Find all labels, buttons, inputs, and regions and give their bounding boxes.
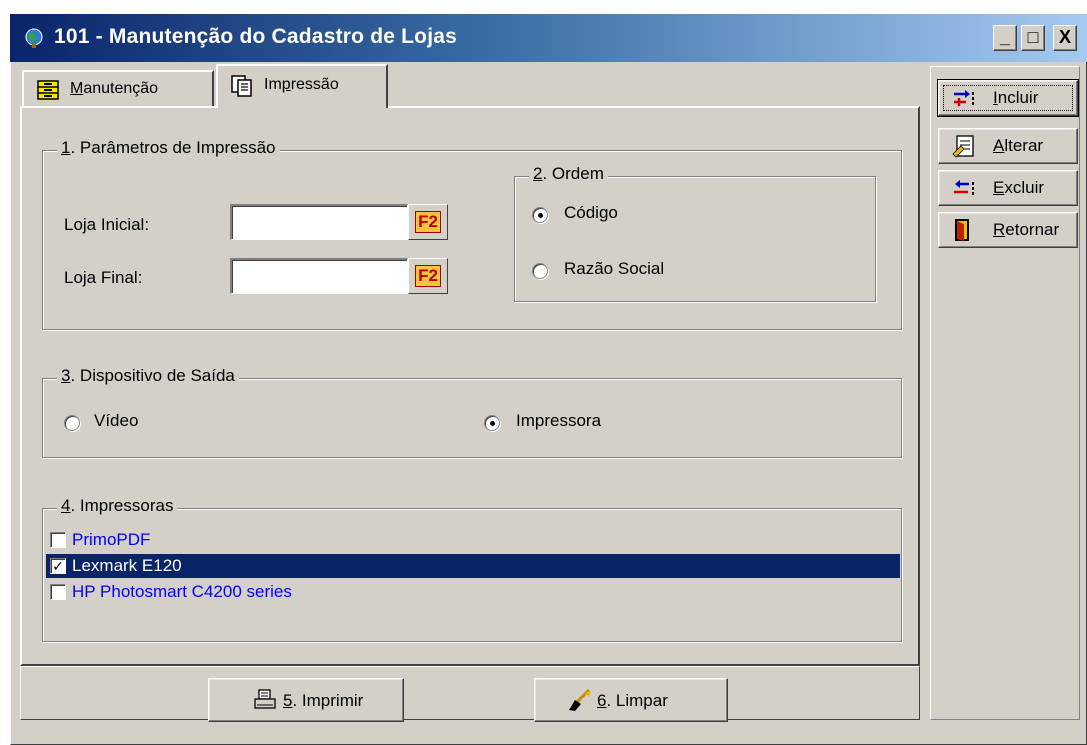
loja-final-input[interactable] — [230, 258, 408, 294]
insert-record-icon — [954, 90, 974, 106]
printer-icon — [254, 689, 276, 709]
edit-document-icon — [952, 135, 974, 158]
f2-icon: F2 — [415, 211, 441, 233]
alterar-label: Alterar — [993, 136, 1044, 155]
f2-icon: F2 — [415, 265, 441, 287]
printer-name: HP Photosmart C4200 series — [72, 582, 292, 601]
imprimir-button[interactable]: 5. Imprimir — [208, 678, 404, 722]
alterar-button[interactable]: Alterar — [938, 128, 1078, 164]
loja-inicial-lookup-button[interactable]: F2 — [408, 204, 448, 240]
right-toolbar — [930, 66, 1080, 720]
maximize-button[interactable]: □ — [1021, 25, 1045, 51]
group-impressoras-legend: 4. Impressoras — [57, 496, 178, 516]
loja-inicial-input[interactable] — [230, 204, 408, 240]
incluir-label: Incluir — [993, 88, 1039, 107]
group-ordem-legend: 2. Ordem — [529, 164, 608, 184]
printer-list-item[interactable]: HP Photosmart C4200 series — [46, 580, 900, 604]
group-dispositivo-saida: 3. Dispositivo de Saída — [42, 366, 902, 458]
tab-manutencao-label: Manutenção — [70, 80, 159, 97]
loja-inicial-label: Loja Inicial: — [64, 215, 150, 234]
broom-icon — [569, 688, 591, 711]
printer-checkbox-checked[interactable]: ✓ — [50, 558, 66, 574]
group-dispositivo-saida-legend: 3. Dispositivo de Saída — [57, 366, 239, 386]
printer-name: PrimoPDF — [72, 530, 151, 549]
delete-record-icon — [954, 180, 974, 195]
retornar-label: Retornar — [993, 220, 1060, 239]
close-button[interactable]: X — [1053, 25, 1077, 51]
group-parametros-legend: 1. Parâmetros de Impressão — [57, 138, 280, 158]
ordem-codigo-label[interactable]: Código — [564, 203, 618, 223]
ordem-razao-social-label[interactable]: Razão Social — [564, 259, 664, 279]
bottom-action-bar — [20, 666, 920, 720]
printer-list-item-selected[interactable]: ✓ Lexmark E120 — [46, 554, 900, 578]
printer-checkbox[interactable] — [50, 584, 66, 600]
group-ordem: 2. Ordem — [514, 164, 876, 302]
saida-video-label[interactable]: Vídeo — [94, 411, 138, 431]
saida-video-radio[interactable] — [64, 415, 80, 431]
excluir-label: Excluir — [993, 178, 1045, 197]
title-bar[interactable]: 101 - Manutenção do Cadastro de Lojas _ … — [10, 14, 1087, 62]
limpar-button[interactable]: 6. Limpar — [534, 678, 728, 722]
app-globe-icon — [25, 28, 43, 48]
saida-impressora-radio[interactable] — [484, 415, 500, 431]
tab-manutencao[interactable]: Manutenção — [22, 70, 214, 106]
exit-door-icon — [955, 219, 969, 241]
printer-list-item[interactable]: PrimoPDF — [46, 528, 900, 552]
tab-impressao[interactable]: Impressão — [216, 64, 388, 108]
excluir-button[interactable]: Excluir — [938, 170, 1078, 206]
print-pages-icon — [231, 75, 252, 97]
retornar-button[interactable]: Retornar — [938, 212, 1078, 248]
printer-name: Lexmark E120 — [72, 556, 182, 575]
limpar-label: 6. Limpar — [597, 691, 668, 710]
saida-impressora-label[interactable]: Impressora — [516, 411, 601, 431]
incluir-button[interactable]: Incluir — [937, 79, 1079, 117]
database-icon — [37, 80, 59, 100]
ordem-razao-social-radio[interactable] — [532, 263, 548, 279]
imprimir-label: 5. Imprimir — [283, 691, 364, 710]
window-title: 101 - Manutenção do Cadastro de Lojas — [54, 25, 457, 48]
minimize-button[interactable]: _ — [993, 25, 1017, 51]
ordem-codigo-radio[interactable] — [532, 207, 548, 223]
tab-impressao-label: Impressão — [264, 76, 339, 93]
loja-final-label: Loja Final: — [64, 268, 143, 287]
loja-final-lookup-button[interactable]: F2 — [408, 258, 448, 294]
printer-checkbox[interactable] — [50, 532, 66, 548]
